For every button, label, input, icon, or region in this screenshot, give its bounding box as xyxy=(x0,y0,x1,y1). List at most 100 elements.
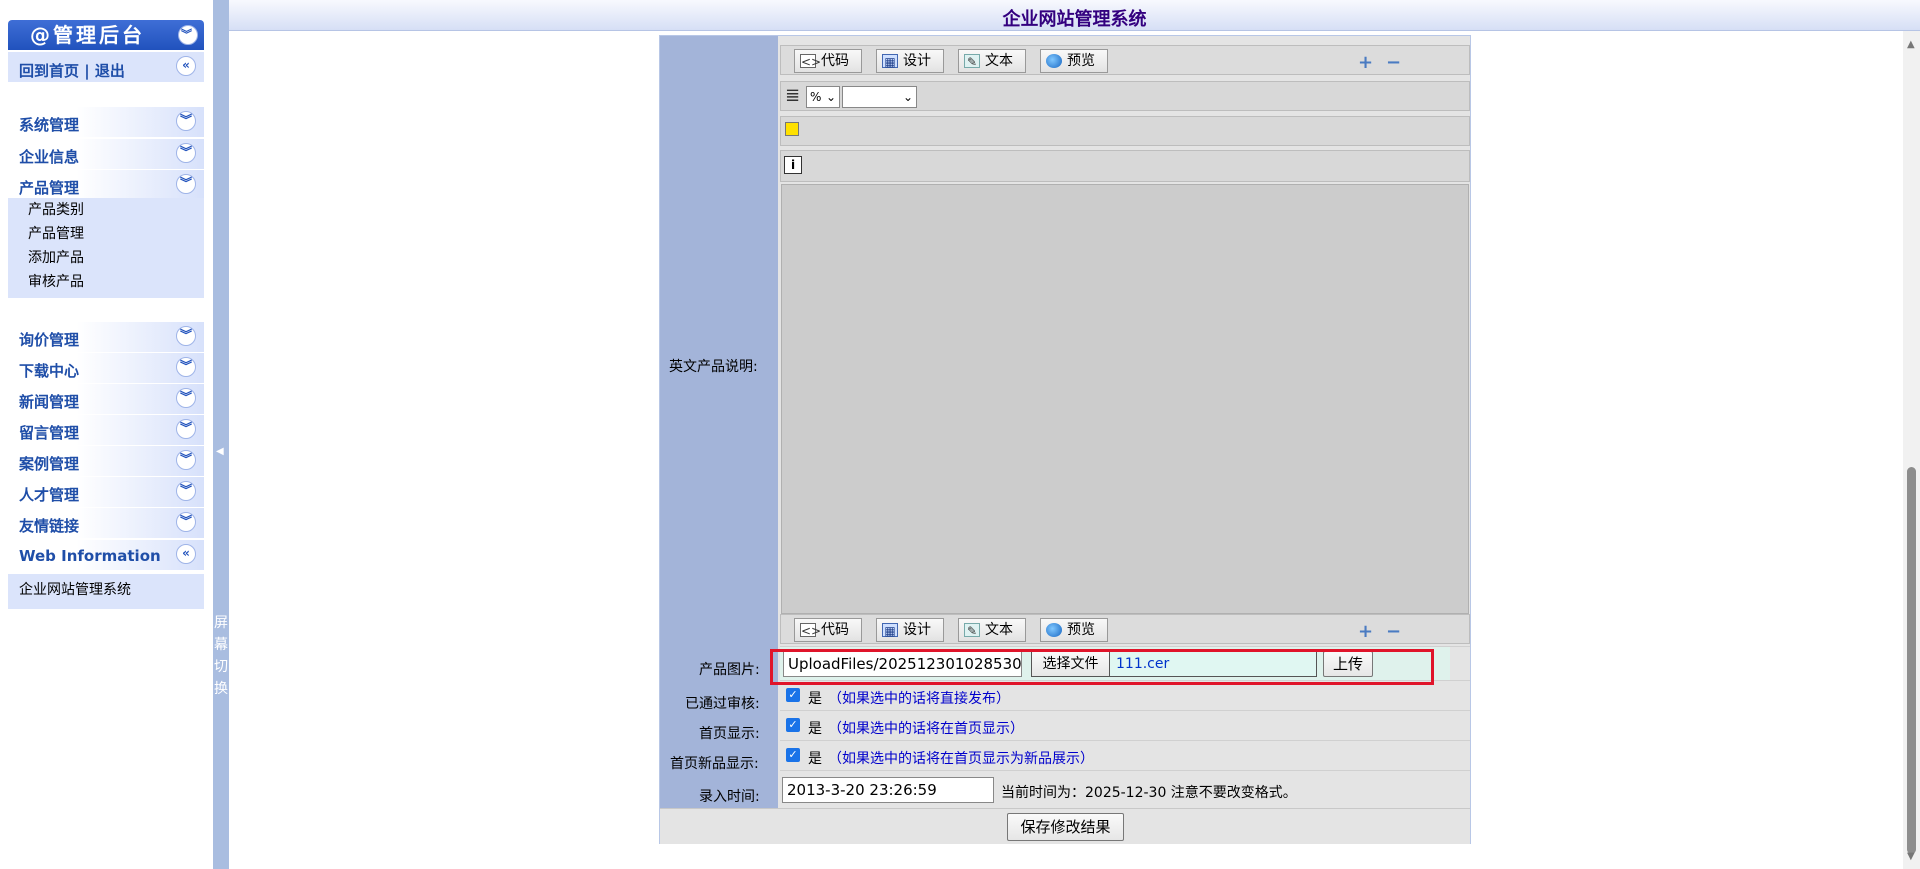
newhome-hint: （如果选中的话将在首页显示为新品展示） xyxy=(828,751,1094,767)
design-view-button[interactable]: ▦ 设计 xyxy=(876,618,944,642)
new-home-checkbox[interactable]: ✓ xyxy=(786,748,800,762)
sidebar-item-download[interactable]: 下载中心 ︾ xyxy=(8,353,204,383)
new-home-display-row: ✓ 是 （如果选中的话将在首页显示为新品展示） xyxy=(780,740,1470,770)
sidebar-item-inquiry[interactable]: 询价管理 ︾ xyxy=(8,322,204,352)
text-view-button[interactable]: ✎ 文本 xyxy=(958,49,1026,73)
sidebar: @管理后台 ︾ 回到首页 | 退出 « 系统管理 ︾ 企业信息 ︾ 产品管理 ︾… xyxy=(0,0,212,869)
chevron-down-icon: ⌄ xyxy=(902,90,913,104)
chevron-down-icon[interactable]: ︾ xyxy=(176,450,196,470)
chevron-down-icon[interactable]: ︾ xyxy=(178,25,198,45)
sidebar-item-cases[interactable]: 案例管理 ︾ xyxy=(8,446,204,476)
sidebar-item-label: 人才管理 xyxy=(19,486,80,504)
insert-bar xyxy=(780,116,1470,146)
chevron-down-icon[interactable]: ︾ xyxy=(176,174,196,194)
sidebar-item-label: 案例管理 xyxy=(19,455,80,473)
sidebar-title: @管理后台 xyxy=(30,23,145,47)
chevron-down-icon: ⌄ xyxy=(825,90,836,104)
globe-icon xyxy=(1046,623,1062,637)
approved-checkbox[interactable]: ✓ xyxy=(786,688,800,702)
text-icon: ✎ xyxy=(964,623,980,638)
editor-toolbar-top: <> 代码 ▦ 设计 ✎ 文本 预览 + − xyxy=(780,45,1470,75)
text-view-button[interactable]: ✎ 文本 xyxy=(958,618,1026,642)
code-view-button[interactable]: <> 代码 xyxy=(794,618,862,642)
sidebar-item-company[interactable]: 企业信息 ︾ xyxy=(8,139,204,169)
sidebar-item-label: 系统管理 xyxy=(19,116,80,134)
sidebar-header: @管理后台 ︾ xyxy=(8,20,204,50)
screen-splitter[interactable]: ◀ 屏幕切换 xyxy=(213,0,229,869)
collapse-arrow-icon[interactable]: ◀ xyxy=(216,446,224,457)
chevron-down-icon[interactable]: ︾ xyxy=(176,388,196,408)
home-display-row: ✓ 是 （如果选中的话将在首页显示） xyxy=(780,710,1470,740)
entry-time-input[interactable]: 2013-3-20 23:26:59 xyxy=(782,777,994,803)
english-description-editor[interactable] xyxy=(781,184,1469,614)
chevron-down-icon[interactable]: ︾ xyxy=(176,419,196,439)
chevron-left-icon[interactable]: « xyxy=(176,544,196,564)
chevron-left-icon[interactable]: « xyxy=(176,56,196,76)
new-home-display-label: 首页新品显示: xyxy=(670,756,759,772)
home-logout-link[interactable]: 回到首页 | 退出 xyxy=(19,60,125,81)
sidebar-item-label: 留言管理 xyxy=(19,424,80,442)
approved-yes-label: 是 xyxy=(808,691,822,707)
design-icon: ▦ xyxy=(882,54,898,69)
sidebar-item-web-information[interactable]: Web Information « xyxy=(8,540,204,570)
approved-label: 已通过审核: xyxy=(685,696,760,712)
scrollbar-thumb[interactable] xyxy=(1907,467,1916,854)
submenu-item[interactable]: 产品管理 xyxy=(8,222,204,246)
save-button[interactable]: 保存修改结果 xyxy=(1007,813,1124,841)
info-icon[interactable]: i xyxy=(784,156,802,174)
info-bar: i xyxy=(780,150,1470,182)
submenu-item[interactable]: 添加产品 xyxy=(8,246,204,270)
unit-select[interactable]: % ⌄ xyxy=(806,86,840,108)
entry-time-label: 录入时间: xyxy=(699,789,760,805)
chevron-down-icon[interactable]: ︾ xyxy=(176,143,196,163)
zoom-in-icon[interactable]: + xyxy=(1358,621,1373,642)
chevron-down-icon[interactable]: ︾ xyxy=(176,512,196,532)
home-yes-label: 是 xyxy=(808,721,822,737)
editor-toolbar-bottom: <> 代码 ▦ 设计 ✎ 文本 预览 + − xyxy=(780,614,1470,644)
entry-time-row: 2013-3-20 23:26:59 当前时间为：2025-12-30 注意不要… xyxy=(780,770,1470,808)
sidebar-item-label: 产品管理 xyxy=(19,179,80,197)
sidebar-footer: 企业网站管理系统 xyxy=(8,574,204,609)
sidebar-item-system[interactable]: 系统管理 ︾ xyxy=(8,107,204,137)
preview-button[interactable]: 预览 xyxy=(1040,618,1108,642)
home-hint: （如果选中的话将在首页显示） xyxy=(828,721,1024,737)
chevron-down-icon[interactable]: ︾ xyxy=(176,326,196,346)
newhome-yes-label: 是 xyxy=(808,751,822,767)
home-display-label: 首页显示: xyxy=(699,726,760,742)
size-select[interactable]: ⌄ xyxy=(842,86,917,108)
sidebar-item-messages[interactable]: 留言管理 ︾ xyxy=(8,415,204,445)
format-bar: ≣ % ⌄ ⌄ xyxy=(780,81,1470,111)
product-submenu: 产品类别 产品管理 添加产品 审核产品 xyxy=(8,198,204,298)
paragraph-icon[interactable]: ≣ xyxy=(785,85,800,106)
highlight-color-icon[interactable] xyxy=(785,122,799,136)
scroll-down-arrow-icon[interactable]: ▼ xyxy=(1907,851,1915,862)
chevron-down-icon[interactable]: ︾ xyxy=(176,111,196,131)
code-view-button[interactable]: <> 代码 xyxy=(794,49,862,73)
sidebar-item-label: 企业信息 xyxy=(19,148,80,166)
design-icon: ▦ xyxy=(882,623,898,638)
vertical-scrollbar[interactable]: ▲ ▼ xyxy=(1903,31,1920,869)
sidebar-item-talent[interactable]: 人才管理 ︾ xyxy=(8,477,204,507)
zoom-out-icon[interactable]: − xyxy=(1386,621,1401,642)
product-image-label: 产品图片: xyxy=(699,662,760,678)
zoom-out-icon[interactable]: − xyxy=(1386,52,1401,73)
sidebar-item-links[interactable]: 友情链接 ︾ xyxy=(8,508,204,538)
chevron-down-icon[interactable]: ︾ xyxy=(176,357,196,377)
zoom-in-icon[interactable]: + xyxy=(1358,52,1373,73)
chevron-down-icon[interactable]: ︾ xyxy=(176,481,196,501)
sidebar-item-products[interactable]: 产品管理 ︾ xyxy=(8,170,204,200)
text-icon: ✎ xyxy=(964,54,980,69)
submenu-item[interactable]: 产品类别 xyxy=(8,198,204,222)
home-display-checkbox[interactable]: ✓ xyxy=(786,718,800,732)
scroll-up-arrow-icon[interactable]: ▲ xyxy=(1907,39,1915,50)
submenu-item[interactable]: 审核产品 xyxy=(8,270,204,294)
globe-icon xyxy=(1046,54,1062,68)
sidebar-item-label: 新闻管理 xyxy=(19,393,80,411)
design-view-button[interactable]: ▦ 设计 xyxy=(876,49,944,73)
sidebar-item-label: Web Information xyxy=(19,547,161,565)
splitter-label: 屏幕切换 xyxy=(214,615,228,697)
sidebar-item-news[interactable]: 新闻管理 ︾ xyxy=(8,384,204,414)
preview-button[interactable]: 预览 xyxy=(1040,49,1108,73)
approved-hint: （如果选中的话将直接发布） xyxy=(828,691,1010,707)
product-edit-form: <>代码 ▦设计 ✎文本 预览 + − ≣ %⌄ ⌄ i 英文产品说明: xyxy=(659,35,1471,844)
